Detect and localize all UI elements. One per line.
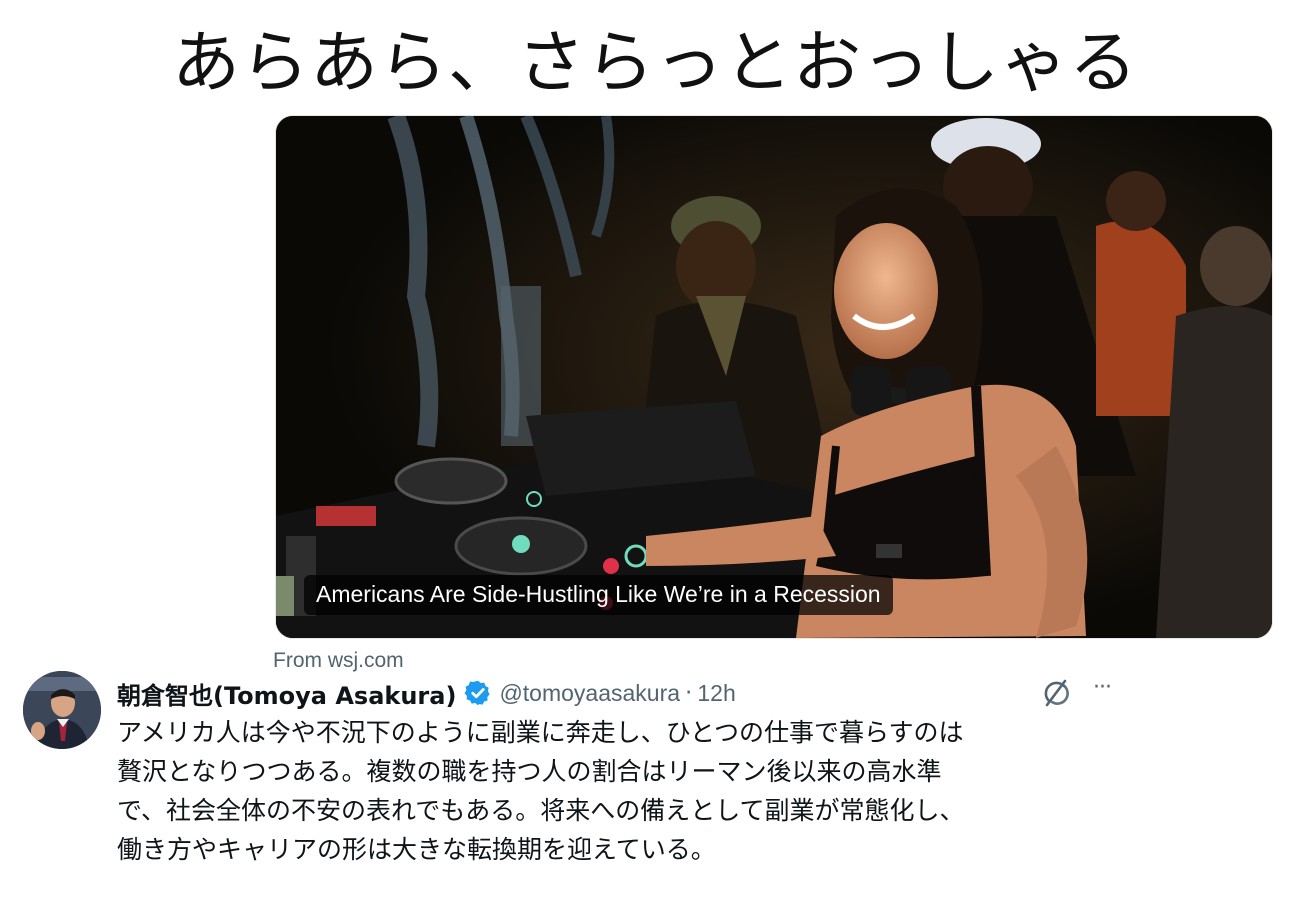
tweet-header: 朝倉智也(Tomoya Asakura) @tomoyaasakura · 12… <box>117 676 736 711</box>
tweet-text-line: で、社会全体の不安の表れでもある。将来への備えとして副業が常態化し、 <box>117 796 965 825</box>
tweet-text-line: 贅沢となりつつある。複数の職を持つ人の割合はリーマン後以来の高水準 <box>117 757 942 786</box>
separator: · <box>685 680 693 706</box>
tweet-text-line: 働き方やキャリアの形は大きな転換期を迎えている。 <box>117 835 716 864</box>
more-icon[interactable]: ··· <box>1093 675 1112 700</box>
link-card[interactable]: Americans Are Side-Hustling Like We’re i… <box>275 115 1273 639</box>
grok-icon[interactable] <box>1040 677 1072 709</box>
meme-caption: あらあら、さらっとおっしゃる <box>171 24 1138 103</box>
verified-badge-icon <box>465 680 491 706</box>
tweet-text: アメリカ人は今や不況下のように副業に奔走し、ひとつの仕事で暮らすのは 贅沢となり… <box>117 713 1127 869</box>
handle[interactable]: @tomoyaasakura <box>499 680 680 707</box>
avatar[interactable] <box>23 671 101 749</box>
dj-photo <box>276 116 1272 638</box>
tweet-text-line: アメリカ人は今や不況下のように副業に奔走し、ひとつの仕事で暮らすのは <box>117 718 964 747</box>
timestamp[interactable]: 12h <box>697 680 735 707</box>
link-source[interactable]: From wsj.com <box>273 649 404 673</box>
link-card-headline: Americans Are Side-Hustling Like We’re i… <box>304 575 893 615</box>
display-name[interactable]: 朝倉智也(Tomoya Asakura) <box>117 676 456 711</box>
avatar-image <box>23 671 101 749</box>
